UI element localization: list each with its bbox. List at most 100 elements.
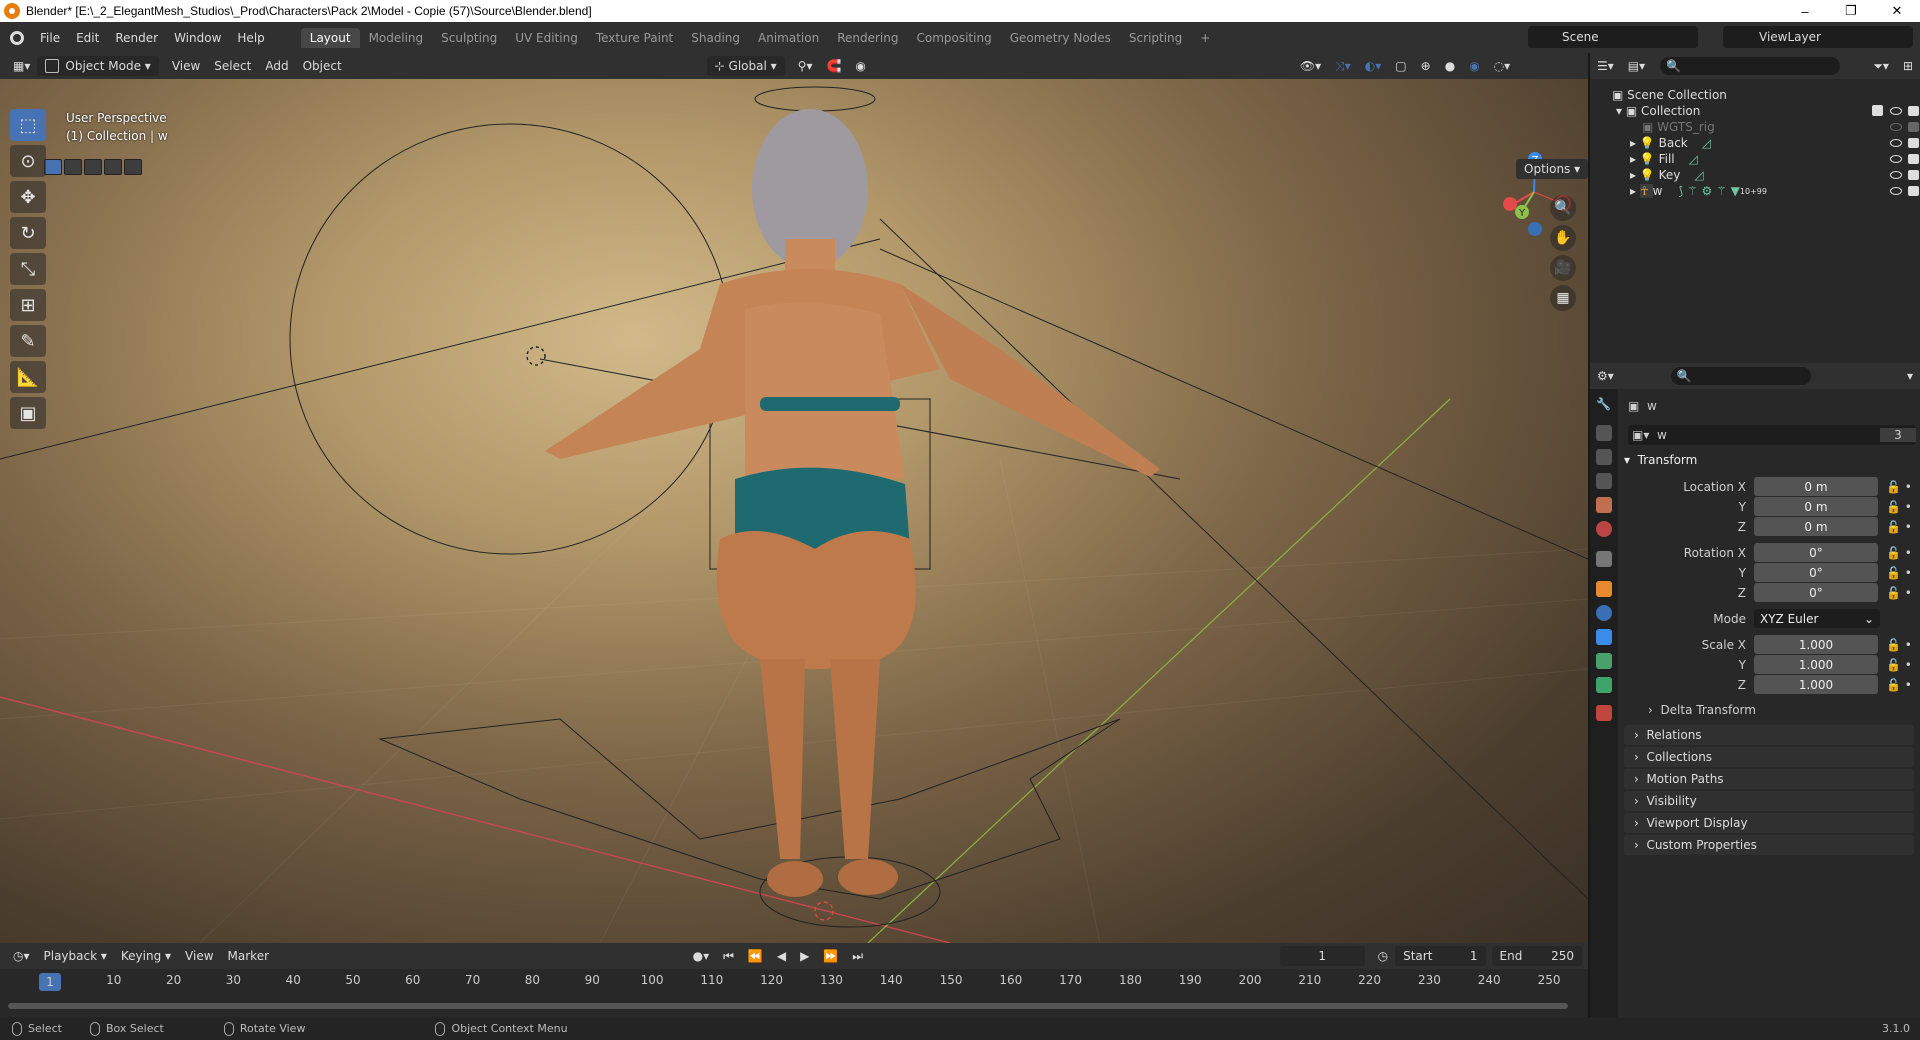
visibility-icon[interactable]: 👁▾ xyxy=(1293,56,1328,76)
pan-hand-icon[interactable]: ✋ xyxy=(1550,225,1576,251)
jump-end-icon[interactable]: ⏭ xyxy=(845,946,870,966)
snap-icon[interactable]: 🧲 xyxy=(819,56,848,76)
menu-keying[interactable]: Keying ▾ xyxy=(114,946,178,966)
eye-icon[interactable] xyxy=(1890,155,1902,163)
tab-animation[interactable]: Animation xyxy=(749,28,828,48)
panel-collections[interactable]: › Collections xyxy=(1624,747,1914,767)
location-y-field[interactable]: 0 m xyxy=(1754,497,1878,516)
properties-search-input[interactable]: 🔍 xyxy=(1670,367,1811,385)
outliner-search-input[interactable]: 🔍 xyxy=(1660,57,1841,75)
rotation-y-field[interactable]: 0° xyxy=(1754,563,1878,582)
lock-icon[interactable]: 🔓 • xyxy=(1886,480,1912,494)
zoom-icon[interactable]: 🔍 xyxy=(1550,195,1576,221)
select-intersect-icon[interactable] xyxy=(124,159,142,175)
select-new-icon[interactable] xyxy=(44,159,62,175)
add-workspace-button[interactable]: + xyxy=(1191,28,1219,48)
data-tab-icon[interactable] xyxy=(1596,677,1612,693)
end-frame-field[interactable]: End 250 xyxy=(1491,946,1583,966)
measure-tool-icon[interactable]: 📐 xyxy=(10,361,46,393)
lock-icon[interactable]: 🔓 • xyxy=(1886,586,1912,600)
tab-layout[interactable]: Layout xyxy=(300,27,360,48)
xray-icon[interactable]: ▢ xyxy=(1388,56,1413,76)
current-frame-field[interactable]: 1 xyxy=(1279,946,1365,966)
lock-icon[interactable]: 🔓 • xyxy=(1886,566,1912,580)
orientation-dropdown[interactable]: ⊹ Global ▾ xyxy=(706,56,785,76)
panel-custom-properties[interactable]: › Custom Properties xyxy=(1624,835,1914,855)
ortho-toggle-icon[interactable]: ▦ xyxy=(1550,285,1576,311)
menu-render[interactable]: Render xyxy=(107,31,166,45)
object-tab-icon[interactable] xyxy=(1596,581,1612,597)
new-collection-icon[interactable]: ⊞ xyxy=(1896,56,1920,76)
timeline-scrollbar[interactable] xyxy=(8,1003,1568,1009)
location-x-field[interactable]: 0 m xyxy=(1754,477,1878,496)
start-frame-field[interactable]: Start 1 xyxy=(1395,946,1486,966)
expand-arrow-icon[interactable]: ▸ xyxy=(1630,152,1640,166)
minimize-button[interactable]: – xyxy=(1782,0,1828,22)
playhead[interactable]: 1 xyxy=(39,973,61,991)
world-tab-icon[interactable] xyxy=(1596,521,1612,537)
display-mode-icon[interactable]: ▤▾ xyxy=(1621,56,1652,76)
render-icon[interactable] xyxy=(1908,122,1919,132)
collection-tab-icon[interactable] xyxy=(1596,551,1612,567)
properties-options-icon[interactable]: ▾ xyxy=(1900,366,1920,386)
next-keyframe-icon[interactable]: ⏩ xyxy=(816,946,845,966)
tab-geometry-nodes[interactable]: Geometry Nodes xyxy=(1001,28,1120,48)
select-invert-icon[interactable] xyxy=(104,159,122,175)
delta-transform-subpanel[interactable]: › Delta Transform xyxy=(1648,703,1756,717)
auto-key-icon[interactable]: ●▾ xyxy=(686,946,717,966)
lock-icon[interactable]: 🔓 • xyxy=(1886,638,1912,652)
tab-modeling[interactable]: Modeling xyxy=(360,28,433,48)
blender-menu-icon[interactable] xyxy=(10,30,24,45)
eye-icon[interactable] xyxy=(1890,139,1902,147)
preview-range-icon[interactable]: ◷ xyxy=(1371,946,1395,966)
options-dropdown[interactable]: Options ▾ xyxy=(1516,159,1588,179)
play-icon[interactable]: ▶ xyxy=(793,946,816,966)
panel-relations[interactable]: › Relations xyxy=(1624,725,1914,745)
outliner-editor-type-icon[interactable]: ☰▾ xyxy=(1590,56,1621,76)
expand-arrow-icon[interactable]: ▸ xyxy=(1630,168,1640,182)
mode-dropdown[interactable]: Object Mode ▾ xyxy=(37,56,159,76)
tab-rendering[interactable]: Rendering xyxy=(828,28,907,48)
panel-motion-paths[interactable]: › Motion Paths xyxy=(1624,769,1914,789)
output-tab-icon[interactable] xyxy=(1596,449,1612,465)
datablock-field[interactable]: ▣▾ w 3 xyxy=(1628,425,1916,445)
shading-material-icon[interactable]: ◉ xyxy=(1462,56,1486,76)
jump-start-icon[interactable]: ⏮ xyxy=(716,946,741,966)
render-icon[interactable] xyxy=(1908,170,1919,180)
add-cube-tool-icon[interactable]: ▣ xyxy=(10,397,46,429)
panel-visibility[interactable]: › Visibility xyxy=(1624,791,1914,811)
tab-texture-paint[interactable]: Texture Paint xyxy=(587,28,682,48)
tab-uv-editing[interactable]: UV Editing xyxy=(506,28,587,48)
eye-icon[interactable] xyxy=(1890,107,1902,115)
physics-tab-icon[interactable] xyxy=(1596,629,1612,645)
close-button[interactable]: ✕ xyxy=(1874,0,1920,22)
annotate-tool-icon[interactable]: ✎ xyxy=(10,325,46,357)
texture-tab-icon[interactable] xyxy=(1596,705,1612,721)
menu-timeline-view[interactable]: View xyxy=(178,946,220,966)
shading-rendered-icon[interactable]: ◌▾ xyxy=(1487,56,1518,76)
select-extend-icon[interactable] xyxy=(64,159,82,175)
cursor-tool-icon[interactable]: ⊙ xyxy=(10,145,46,177)
expand-arrow-icon[interactable]: ▸ xyxy=(1630,184,1640,198)
editor-type-icon[interactable]: ▦▾ xyxy=(6,56,37,76)
lock-icon[interactable]: 🔓 • xyxy=(1886,658,1912,672)
menu-window[interactable]: Window xyxy=(166,31,229,45)
frame-ruler[interactable]: 1 10 20 30 40 50 60 70 80 90 100 110 120 130 140 150 16… xyxy=(0,969,1588,991)
menu-object[interactable]: Object xyxy=(296,56,349,76)
filter-icon[interactable]: ⏷▾ xyxy=(1866,56,1896,76)
overlay-toggle-icon[interactable]: ◐▾ xyxy=(1358,56,1389,76)
view-layer-selector[interactable]: ViewLayer xyxy=(1723,26,1913,48)
lock-icon[interactable]: 🔓 • xyxy=(1886,546,1912,560)
prev-keyframe-icon[interactable]: ⏪ xyxy=(741,946,770,966)
lock-icon[interactable]: 🔓 • xyxy=(1886,500,1912,514)
select-subtract-icon[interactable] xyxy=(84,159,102,175)
scene-tab-icon[interactable] xyxy=(1596,497,1612,513)
render-icon[interactable] xyxy=(1908,106,1919,116)
modifier-tab-icon[interactable] xyxy=(1596,605,1612,621)
menu-playback[interactable]: Playback ▾ xyxy=(37,946,114,966)
menu-file[interactable]: File xyxy=(32,31,68,45)
transform-panel-header[interactable]: ▾ Transform xyxy=(1624,453,1697,467)
maximize-button[interactable]: ❐ xyxy=(1828,0,1874,22)
rotation-mode-dropdown[interactable]: XYZ Euler ⌄ xyxy=(1754,609,1880,628)
gizmo-toggle-icon[interactable]: ⤨▾ xyxy=(1328,56,1358,76)
